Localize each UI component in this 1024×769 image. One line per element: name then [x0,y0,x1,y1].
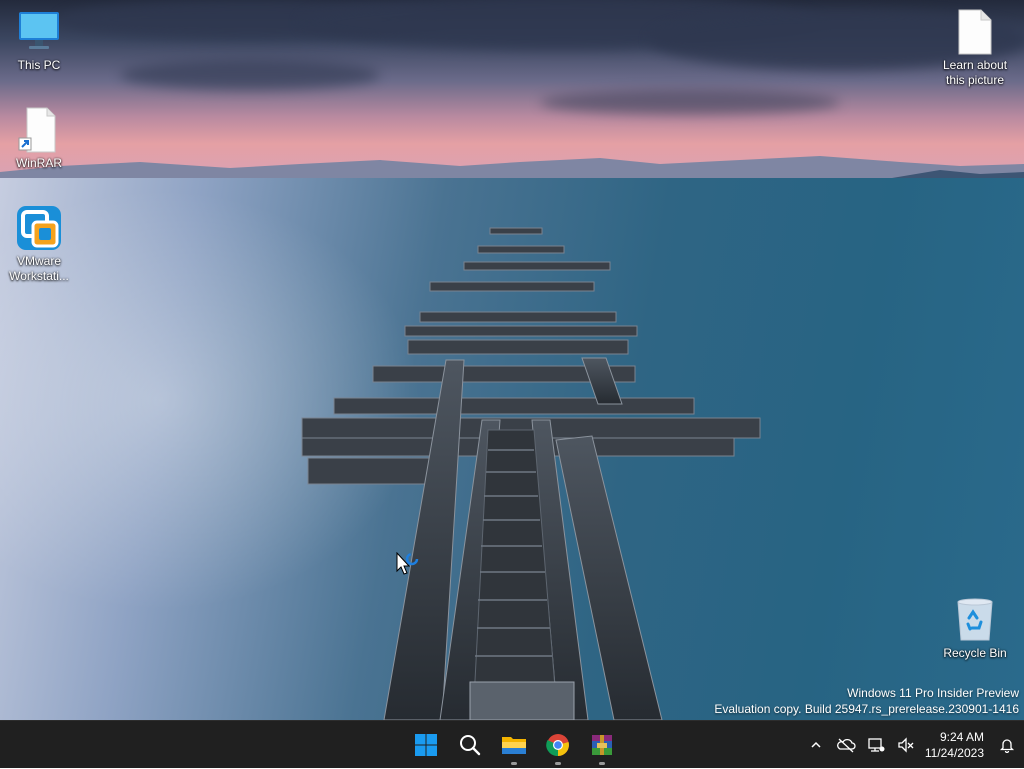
taskbar: 9:24 AM 11/24/2023 [0,720,1024,768]
desktop-icon-recycle-bin[interactable]: Recycle Bin [935,596,1015,661]
system-tray: 9:24 AM 11/24/2023 [801,721,1024,769]
search-icon [460,735,481,756]
vmware-icon [15,204,63,252]
winrar-icon [592,735,612,755]
windows-evaluation-watermark: Windows 11 Pro Insider Preview Evaluatio… [714,685,1019,717]
network-icon [868,738,885,752]
network-button[interactable] [861,725,891,765]
windows-start-icon [415,734,437,756]
monitor-icon [15,8,63,56]
file-explorer-icon [502,737,526,754]
busy-cursor-icon [396,552,419,575]
running-indicator [511,762,517,765]
chrome-button[interactable] [536,723,580,767]
chevron-up-icon [811,741,821,748]
desktop-icon-vmware[interactable]: VMware Workstati... [0,204,79,284]
clock-date: 11/24/2023 [924,746,984,760]
watermark-edition: Windows 11 Pro Insider Preview [847,686,1019,700]
show-hidden-icons-button[interactable] [801,725,831,765]
file-icon [951,8,999,56]
volume-muted-icon [898,737,914,753]
recycle-bin-icon [951,596,999,644]
onedrive-button[interactable] [831,725,861,765]
running-indicator [555,762,561,765]
desktop-wallpaper[interactable] [0,0,1024,720]
search-button[interactable] [448,723,492,767]
clock-time: 9:24 AM [939,730,984,744]
onedrive-offline-icon [836,738,856,753]
watermark-build: Evaluation copy. Build 25947.rs_prerelea… [714,702,1019,716]
taskbar-clock[interactable]: 9:24 AM 11/24/2023 [921,729,990,761]
wallpaper-pier [301,227,761,720]
running-indicator [599,762,605,765]
chrome-icon [546,734,569,757]
start-button[interactable] [404,723,448,767]
desktop-icon-learn-about-picture[interactable]: Learn about this picture [935,8,1015,88]
desktop-icon-winrar[interactable]: WinRAR [0,106,79,171]
desktop-icon-this-pc[interactable]: This PC [0,8,79,73]
bell-icon [999,739,1015,753]
winrar-button[interactable] [580,723,624,767]
taskbar-apps [404,721,624,769]
notification-center-button[interactable] [990,725,1024,765]
volume-button[interactable] [891,725,921,765]
file-shortcut-icon [15,106,63,154]
file-explorer-button[interactable] [492,723,536,767]
